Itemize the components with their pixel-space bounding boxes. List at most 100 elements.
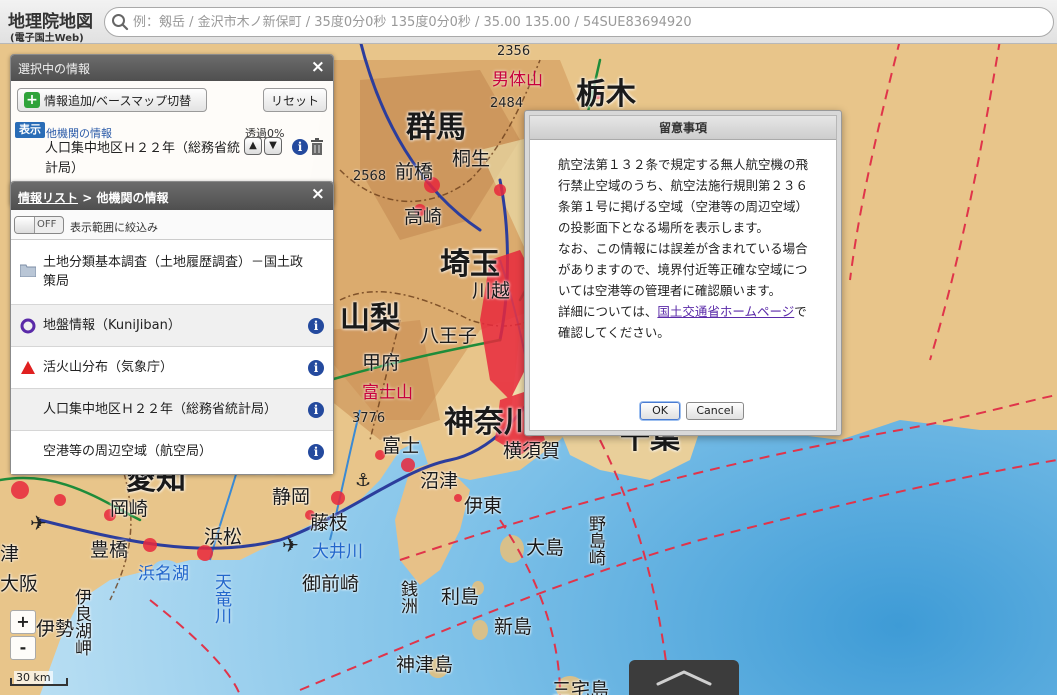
close-icon[interactable]: × [311,57,325,77]
map-label-osaka: 大阪 [0,573,39,595]
cancel-button[interactable]: Cancel [686,402,744,420]
info-list-panel: 情報リスト > 他機関の情報 × OFF 表示範囲に絞込み 土地分類基本調査（土… [10,181,334,475]
info-icon[interactable]: i [308,402,324,418]
search-icon [112,14,129,31]
plus-icon: + [24,92,40,108]
triangle-icon [21,361,35,374]
selected-info-title: 選択中の情報 [18,62,91,76]
map-label-yamanashi: 山梨 [340,301,400,336]
trash-icon[interactable] [310,138,324,156]
selected-info-header[interactable]: 選択中の情報 × [11,55,333,81]
svg-text:✈: ✈ [30,511,47,535]
map-label-elev-2568: 2568 [353,169,387,184]
map-label-tsu: 津 [0,543,20,565]
map-label-elev-3776: 3776 [352,411,386,426]
map-label-ise: 伊勢 [36,618,75,640]
scale-label: 30 km [14,671,53,684]
map-label-miyakejima: 三宅島 [552,679,610,695]
map-label-elev-2484: 2484 [490,96,524,111]
dialog-paragraph: なお、この情報には誤差が含まれている場合がありますので、境界付近等正確な空域につ… [558,241,808,298]
map-label-maebashi: 前橋 [395,161,434,183]
close-icon[interactable]: × [311,184,325,204]
add-info-button[interactable]: + 情報追加/ベースマップ切替 [17,88,207,112]
svg-text:⚓: ⚓ [355,470,371,491]
list-item-label: 空港等の周辺空域（航空局） [43,444,213,459]
map-label-toshima: 利島 [441,586,480,608]
app-logo[interactable]: 地理院地図 (電子国土Web) [4,3,102,44]
show-badge[interactable]: 表示 [15,122,45,138]
filter-toggle[interactable]: OFF [14,216,64,234]
info-icon[interactable]: i [308,444,324,460]
list-item[interactable]: 空港等の周辺空域（航空局） i [11,431,333,474]
add-info-label: 情報追加/ベースマップ切替 [44,93,192,108]
zoom-in-button[interactable]: + [10,610,36,634]
map-label-oshima: 大島 [526,537,565,559]
map-label-fujisan: 富士山 [362,383,413,403]
map-label-shizuoka-city: 静岡 [272,486,311,508]
map-label-yokosuka: 横須賀 [503,440,561,462]
logo-subtitle: (電子国土Web) [10,33,84,44]
dialog-text: 詳細については、 [558,304,658,319]
map-label-kofu: 甲府 [362,352,401,374]
list-item[interactable]: 土地分類基本調査（土地履歴調査）－国土政策局 [11,241,333,305]
toggle-knob [15,217,35,233]
breadcrumb: 情報リスト > 他機関の情報 [18,189,168,206]
mlit-homepage-link[interactable]: 国土交通省ホームページ [657,304,794,319]
search-input[interactable] [133,11,1043,33]
list-item-label: 土地分類基本調査（土地履歴調査）－国土政策局 [43,255,304,289]
map-label-kiryu: 桐生 [452,148,491,170]
list-item-label: 地盤情報（KuniJiban） [43,318,181,333]
map-label-oigawa: 大井川 [312,542,363,562]
list-item[interactable]: 活火山分布（気象庁） i [11,347,333,389]
map-label-saitama: 埼玉 [440,247,500,282]
move-up-button[interactable]: ▲ [244,137,262,155]
map-label-nojimazaki: 野島崎 [585,515,605,566]
map-label-kozushima: 神津島 [396,654,454,676]
svg-text:✈: ✈ [282,533,299,557]
notice-dialog: 留意事項 航空法第１３２条で規定する無人航空機の飛行禁止空域のうち、航空法施行規… [524,110,842,436]
map-label-numazu: 沼津 [420,470,459,492]
selected-item-name[interactable]: 人口集中地区Ｈ２２年（総務省統計局） [45,139,243,179]
toggle-label: OFF [37,219,57,230]
map-label-irago: 伊良湖岬 [71,588,91,656]
breadcrumb-current: 他機関の情報 [96,191,169,205]
list-item-label: 人口集中地区Ｈ２２年（総務省統計局） [43,402,278,417]
info-icon[interactable]: i [292,139,308,155]
map-label-kawagoe: 川越 [472,280,511,302]
map-label-omaezaki: 御前崎 [302,573,360,595]
reset-button[interactable]: リセット [263,88,327,112]
map-label-hamanako: 浜名湖 [138,564,189,584]
top-header: 地理院地図 (電子国土Web) [0,0,1057,44]
scale-bar: 30 km [10,666,68,688]
info-list-header: 情報リスト > 他機関の情報 × [11,182,333,210]
bottom-drawer-tab[interactable] [629,660,739,695]
zoom-out-button[interactable]: - [10,636,36,660]
dialog-title: 留意事項 [530,116,836,140]
map-label-ito: 伊東 [464,495,503,517]
breadcrumb-link[interactable]: 情報リスト [18,191,78,205]
filter-label: 表示範囲に絞込み [70,221,158,234]
dialog-paragraph: 詳細については、国土交通省ホームページで確認してください。 [558,301,812,343]
ok-button[interactable]: OK [640,402,680,420]
map-label-zenisu: 銭洲 [397,580,417,614]
map-label-niijima: 新島 [494,616,533,638]
info-icon[interactable]: i [308,360,324,376]
circle-icon [20,318,36,334]
filter-row: OFF 表示範囲に絞込み [11,210,333,240]
map-label-fujieda: 藤枝 [310,512,349,534]
search-box[interactable] [104,7,1054,37]
map-label-toyohashi: 豊橋 [90,539,129,561]
map-label-tenryugawa: 天竜川 [211,573,231,624]
folder-icon [20,264,36,277]
map-label-elev-2356: 2356 [497,44,531,59]
map-label-fuji: 富士 [382,435,421,457]
map-label-kanagawa: 神奈川 [444,405,534,440]
list-item[interactable]: 人口集中地区Ｈ２２年（総務省統計局） i [11,389,333,431]
list-item[interactable]: 地盤情報（KuniJiban） i [11,305,333,347]
map-label-nantaisan: 男体山 [492,70,543,90]
list-item-label: 活火山分布（気象庁） [43,360,174,375]
info-icon[interactable]: i [308,318,324,334]
move-down-button[interactable]: ▼ [264,137,282,155]
map-label-tochigi: 栃木 [576,77,636,112]
dialog-content: 航空法第１３２条で規定する無人航空機の飛行禁止空域のうち、航空法施行規則第２３６… [558,154,812,343]
